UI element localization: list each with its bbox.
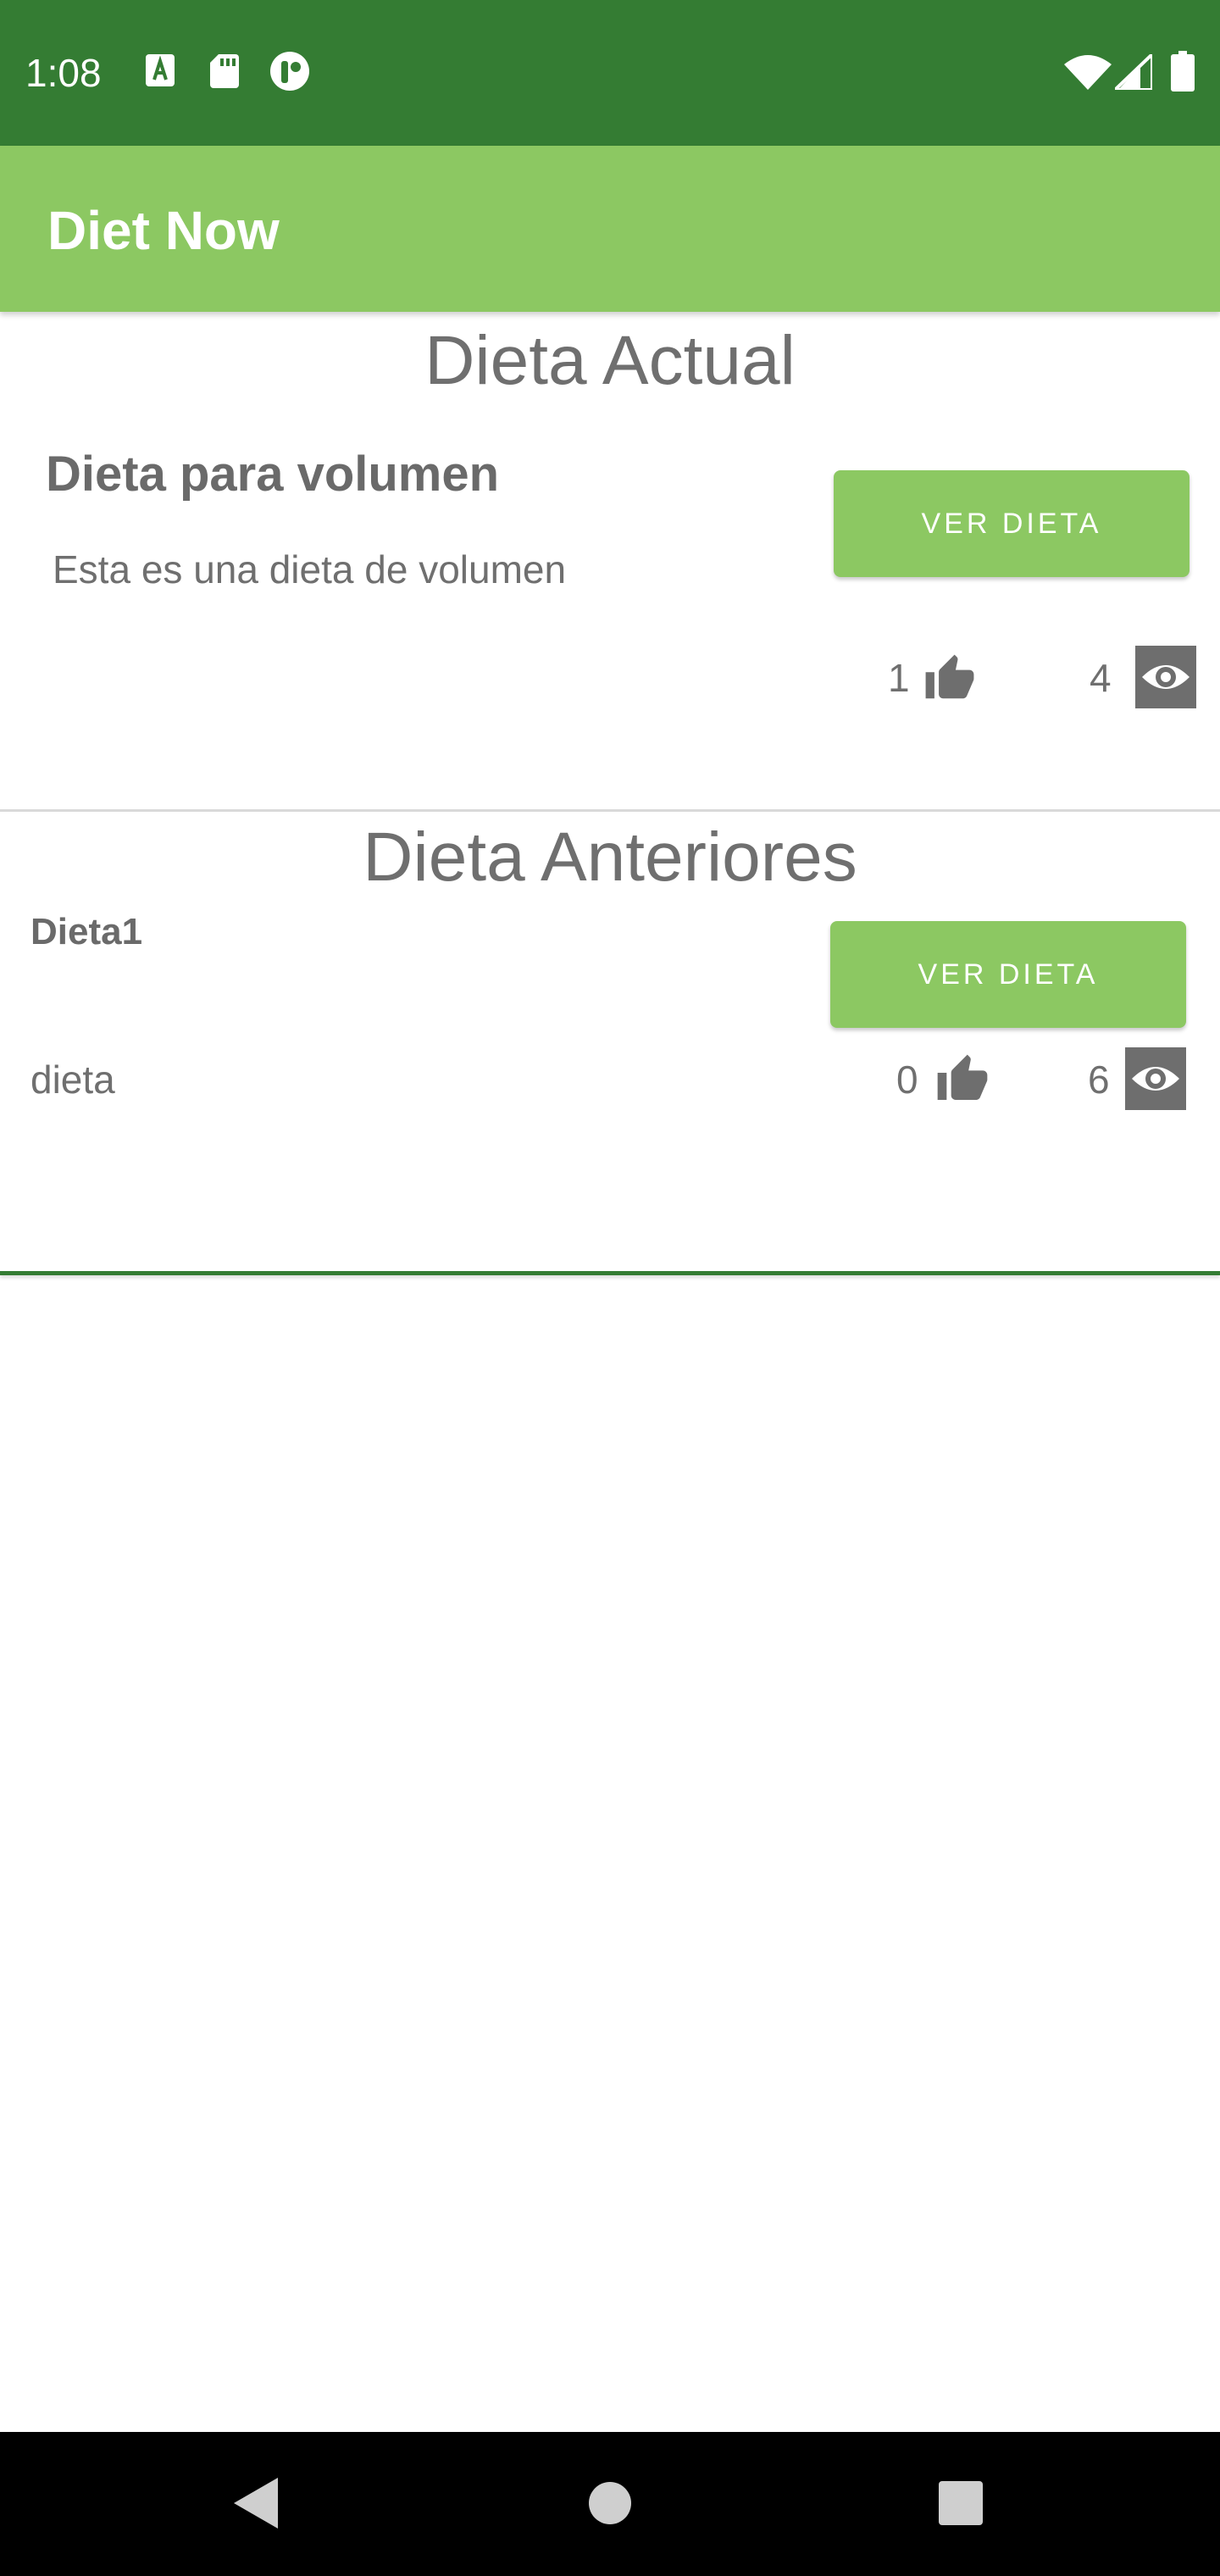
current-views-count: 4 [1090,656,1112,700]
wifi-icon [1064,55,1112,90]
previous-diet-name: Dieta1 [30,911,143,952]
thumbs-up-icon[interactable] [934,1052,991,1107]
thumbs-up-icon[interactable] [922,652,978,705]
recents-icon[interactable] [939,2481,983,2525]
app-circle-icon [270,52,309,91]
list-bottom-divider [0,1271,1220,1275]
section-divider [0,809,1220,812]
previous-likes-count: 0 [896,1058,918,1102]
current-diet-description: Esta es una dieta de volumen [53,547,567,591]
a-box-icon [146,54,175,86]
eye-icon[interactable] [1135,646,1196,708]
battery-icon [1171,51,1195,92]
current-diet-name: Dieta para volumen [46,447,500,502]
status-time: 1:08 [25,51,102,95]
signal-icon [1115,54,1152,90]
sd-card-icon [210,54,239,88]
previous-diet-description: dieta [30,1058,115,1102]
current-diet-heading: Dieta Actual [424,322,796,399]
home-icon[interactable] [588,2481,632,2525]
app-title: Diet Now [47,200,280,261]
list-item: Dieta1 dieta VER DIETA 0 6 [0,881,1220,1280]
status-bar [0,0,1220,146]
current-ver-dieta-button[interactable]: VER DIETA [834,470,1190,577]
previous-ver-dieta-button[interactable]: VER DIETA [830,921,1186,1028]
previous-views-count: 6 [1088,1058,1110,1102]
eye-icon[interactable] [1125,1047,1186,1110]
current-likes-count: 1 [888,656,910,700]
back-icon[interactable] [234,2478,278,2529]
